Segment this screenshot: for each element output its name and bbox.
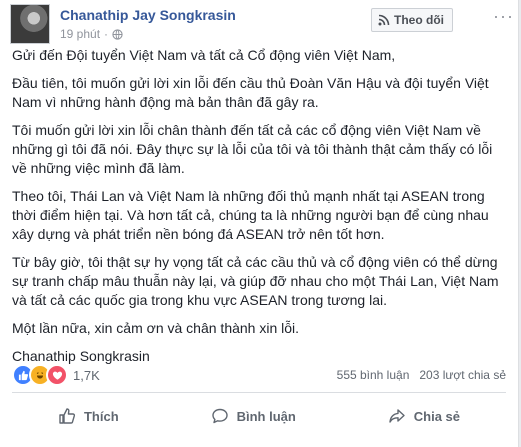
reaction-summary[interactable]: 1,7K: [12, 364, 100, 386]
thumbs-up-icon: [59, 408, 76, 424]
author-name[interactable]: Chanathip Jay Songkrasin: [60, 7, 236, 23]
comment-count[interactable]: 555 bình luận: [337, 368, 410, 382]
post-time[interactable]: 19 phút: [60, 27, 100, 41]
post-paragraph: Từ bây giờ, tôi thật sự hy vọng tất cả c…: [12, 254, 499, 308]
like-label: Thích: [83, 408, 119, 424]
post-meta: 19 phút ·: [60, 27, 123, 41]
love-reaction-icon: [46, 364, 68, 386]
share-button[interactable]: Chia sẻ: [388, 407, 460, 425]
post-actions: Thích Bình luận Chia sẻ: [12, 400, 506, 432]
post-paragraph: Đầu tiên, tôi muốn gửi lời xin lỗi đến c…: [12, 75, 489, 110]
comment-button[interactable]: Bình luận: [211, 407, 296, 425]
share-count[interactable]: 203 lượt chia sẻ: [419, 368, 506, 382]
follow-button[interactable]: Theo dõi: [371, 8, 453, 32]
globe-icon: [112, 28, 123, 40]
follow-label: Theo dõi: [394, 13, 444, 27]
reaction-count: 1,7K: [73, 367, 100, 383]
divider: [12, 392, 506, 393]
post-paragraph: Theo tôi, Thái Lan và Việt Nam là những …: [12, 188, 489, 242]
post-paragraph: Gửi đến Đội tuyển Việt Nam và tất cả Cổ …: [12, 47, 396, 63]
post-paragraph: Một lần nữa, xin cảm ơn và chân thành xi…: [12, 320, 300, 336]
comment-label: Bình luận: [236, 408, 296, 424]
share-icon: [389, 409, 405, 423]
engagement-counts: 555 bình luận 203 lượt chia sẻ: [337, 368, 506, 382]
like-button[interactable]: Thích: [58, 407, 119, 425]
post-card: Chanathip Jay Songkrasin 19 phút · Theo …: [0, 0, 519, 447]
more-options-button[interactable]: ···: [493, 6, 514, 27]
post-paragraph: Tôi muốn gửi lời xin lỗi chân thành đến …: [12, 122, 493, 176]
share-label: Chia sẻ: [413, 408, 461, 424]
post-body: Gửi đến Đội tuyển Việt Nam và tất cả Cổ …: [12, 46, 504, 375]
rss-icon: [378, 14, 390, 26]
avatar[interactable]: [10, 4, 50, 44]
post-stats: 1,7K 555 bình luận 203 lượt chia sẻ: [12, 364, 506, 386]
post-header: Chanathip Jay Songkrasin 19 phút · Theo …: [10, 4, 513, 44]
comment-icon: [211, 408, 228, 424]
